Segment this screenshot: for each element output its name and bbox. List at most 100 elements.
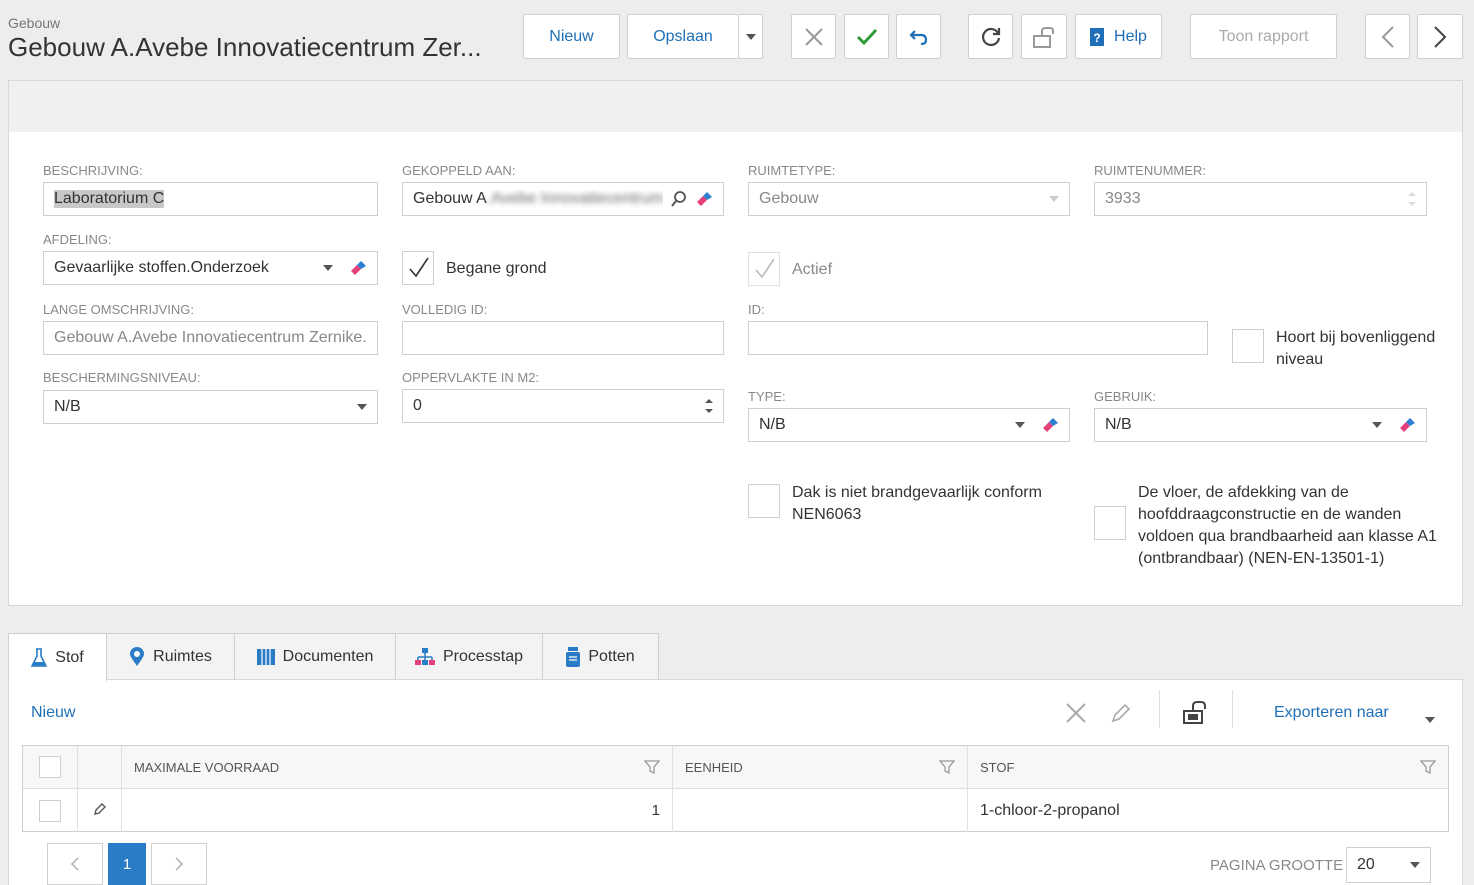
vloer-checkbox[interactable]: [1094, 506, 1126, 540]
ruimtetype-label: RUIMTETYPE:: [748, 163, 836, 178]
id-input[interactable]: [748, 321, 1208, 355]
tab-ruimtes[interactable]: Ruimtes: [106, 633, 235, 680]
tab-label: Documenten: [282, 648, 374, 665]
stof-table: MAXIMALE VOORRAAD EENHEID STOF 1 1-chloo…: [22, 745, 1449, 832]
eraser-icon[interactable]: [1041, 417, 1059, 433]
eraser-icon[interactable]: [349, 260, 367, 276]
grid-new-link[interactable]: Nieuw: [31, 704, 75, 722]
row-checkbox[interactable]: [39, 799, 61, 822]
tab-label: Potten: [588, 648, 635, 665]
id-label: ID:: [748, 302, 765, 317]
table-header: MAXIMALE VOORRAAD EENHEID STOF: [23, 746, 1448, 789]
cell-eenheid: [673, 789, 968, 832]
filter-icon[interactable]: [644, 759, 660, 775]
type-select[interactable]: N/B: [748, 408, 1070, 442]
page-size-value: 20: [1357, 856, 1375, 873]
save-options-dropdown[interactable]: [738, 14, 763, 59]
ruimtetype-value: Gebouw: [759, 190, 819, 207]
table-row[interactable]: 1 1-chloor-2-propanol: [23, 789, 1448, 832]
unlock-icon[interactable]: [1182, 700, 1208, 729]
afdeling-select[interactable]: Gevaarlijke stoffen.Onderzoek: [43, 251, 378, 285]
pager-previous-button[interactable]: [47, 843, 103, 885]
chevron-right-icon: [1434, 25, 1447, 48]
unlock-icon: [1033, 26, 1054, 48]
chevron-left-icon: [1381, 25, 1394, 48]
ruimtetype-select[interactable]: Gebouw: [748, 182, 1070, 216]
svg-text:?: ?: [1093, 31, 1100, 45]
panel-header-band: [9, 81, 1462, 132]
gekoppeld-input[interactable]: Gebouw A.Avebe Innovatiecentrum: [402, 182, 724, 216]
oppervlakte-value: 0: [413, 397, 422, 414]
filter-icon[interactable]: [1420, 759, 1436, 775]
beschrijving-label: BESCHRIJVING:: [43, 163, 143, 178]
tab-potten[interactable]: Potten: [542, 633, 659, 680]
pager-page-1[interactable]: 1: [108, 843, 146, 885]
help-button[interactable]: ? Help: [1075, 14, 1162, 59]
page-title: Gebouw A.Avebe Innovatiecentrum Zer...: [8, 32, 482, 62]
pager-next-button[interactable]: [151, 843, 207, 885]
tab-processtap[interactable]: Processtap: [395, 633, 543, 680]
unlock-button[interactable]: [1021, 14, 1067, 59]
confirm-button[interactable]: [844, 14, 889, 59]
filter-icon[interactable]: [939, 759, 955, 775]
row-select-cell: [23, 789, 78, 832]
help-label: Help: [1114, 27, 1147, 45]
oppervlakte-input[interactable]: 0: [402, 389, 724, 423]
volledig-id-input[interactable]: [402, 321, 724, 355]
spinner-icon[interactable]: [705, 396, 713, 416]
begane-grond-checkbox[interactable]: [402, 251, 434, 285]
ruimtenummer-input[interactable]: 3933: [1094, 182, 1427, 216]
refresh-button[interactable]: [968, 14, 1013, 59]
lange-omschrijving-input[interactable]: Gebouw A.Avebe Innovatiecentrum Zernike.…: [43, 321, 378, 355]
eraser-icon[interactable]: [1398, 417, 1416, 433]
tab-stof[interactable]: Stof: [8, 633, 107, 681]
afdeling-value: Gevaarlijke stoffen.Onderzoek: [54, 259, 269, 276]
column-header-maximale-voorraad[interactable]: MAXIMALE VOORRAAD: [122, 746, 673, 788]
column-header-eenheid[interactable]: EENHEID: [673, 746, 968, 788]
save-button[interactable]: Opslaan: [627, 14, 738, 59]
documents-icon: [256, 649, 275, 665]
eraser-icon[interactable]: [695, 191, 713, 207]
new-button[interactable]: Nieuw: [523, 14, 620, 59]
close-icon: [804, 27, 823, 46]
previous-record-button[interactable]: [1365, 14, 1410, 59]
lange-omschrijving-value: Gebouw A.Avebe Innovatiecentrum Zernike.…: [54, 329, 367, 346]
gekoppeld-label: GEKOPPELD AAN:: [402, 163, 516, 178]
process-icon: [414, 648, 435, 665]
page-size-select[interactable]: 20: [1346, 847, 1431, 883]
delete-icon[interactable]: [1065, 702, 1087, 729]
cell-maximale-voorraad: 1: [122, 789, 673, 832]
undo-button[interactable]: [896, 14, 941, 59]
caret-down-icon: [1015, 422, 1025, 428]
select-all-checkbox[interactable]: [39, 756, 61, 778]
tab-documenten[interactable]: Documenten: [234, 633, 396, 680]
flask-icon: [31, 647, 48, 667]
cancel-button[interactable]: [791, 14, 836, 59]
caret-down-icon: [1410, 862, 1420, 868]
oppervlakte-label: OPPERVLAKTE IN M2:: [402, 370, 540, 385]
caret-down-icon[interactable]: [1425, 710, 1435, 728]
actief-checkbox[interactable]: [748, 252, 780, 286]
tab-label: Stof: [55, 648, 84, 666]
hoort-bij-checkbox[interactable]: [1232, 329, 1264, 363]
toolbar-divider: [1232, 690, 1233, 728]
caret-down-icon: [1049, 196, 1059, 202]
edit-icon[interactable]: [1110, 702, 1132, 729]
export-dropdown[interactable]: Exporteren naar: [1274, 704, 1389, 722]
beschermingsniveau-label: BESCHERMINGSNIVEAU:: [43, 370, 201, 385]
pencil-icon[interactable]: [93, 802, 107, 819]
beschermingsniveau-select[interactable]: N/B: [43, 390, 378, 424]
ruimtenummer-value: 3933: [1105, 190, 1141, 207]
beschrijving-input[interactable]: Laboratorium C: [43, 182, 378, 216]
search-icon[interactable]: [671, 191, 687, 207]
chevron-left-icon: [70, 857, 79, 871]
next-record-button[interactable]: [1417, 14, 1463, 59]
undo-icon: [908, 29, 927, 45]
volledig-id-label: VOLLEDIG ID:: [402, 302, 488, 317]
actief-label: Actief: [792, 261, 833, 278]
gebruik-value: N/B: [1105, 416, 1132, 433]
gebruik-select[interactable]: N/B: [1094, 408, 1427, 442]
dak-checkbox[interactable]: [748, 484, 780, 518]
show-report-button[interactable]: Toon rapport: [1190, 14, 1337, 59]
column-header-stof[interactable]: STOF: [968, 746, 1448, 788]
